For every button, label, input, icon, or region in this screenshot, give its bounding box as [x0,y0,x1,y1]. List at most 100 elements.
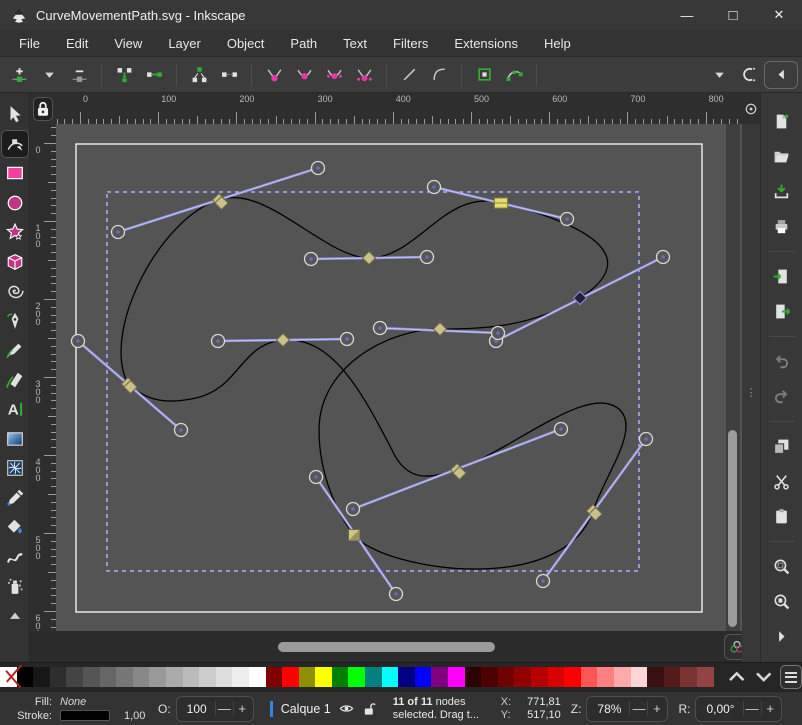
menu-extensions[interactable]: Extensions [441,32,531,55]
zoom-value[interactable]: 78% [589,702,629,716]
import-button[interactable] [767,262,797,290]
palette-scroll-down-button[interactable] [753,666,774,688]
delete-segment-button[interactable] [214,61,244,89]
palette-swatch[interactable] [50,667,67,687]
palette-swatch[interactable] [597,667,614,687]
opacity-decrease-button[interactable]: — [215,701,233,716]
spiral-tool[interactable] [2,278,28,304]
menu-help[interactable]: Help [531,32,584,55]
palette-swatch[interactable] [631,667,648,687]
palette-swatch[interactable] [614,667,631,687]
vertical-scrollbar[interactable] [726,124,740,631]
drawing-canvas[interactable] [56,124,742,631]
palette-swatch[interactable] [647,667,664,687]
print-button[interactable] [767,212,797,240]
palette-scroll-up-button[interactable] [726,666,747,688]
palette-swatch[interactable] [282,667,299,687]
palette-swatch[interactable] [664,667,681,687]
horizontal-scrollbar-thumb[interactable] [278,642,495,652]
fill-value[interactable]: None [60,696,86,708]
save-button[interactable] [767,177,797,205]
palette-swatch[interactable] [481,667,498,687]
rotation-increase-button[interactable]: + [761,701,779,716]
break-nodes-button[interactable] [184,61,214,89]
palette-swatch[interactable] [83,667,100,687]
stroke-color-swatch[interactable] [60,710,110,721]
commands-more-button[interactable] [767,622,797,650]
palette-swatch[interactable] [133,667,150,687]
rotation-decrease-button[interactable]: — [743,701,761,716]
calligraphy-tool[interactable] [2,367,28,393]
zoom-increase-button[interactable]: + [647,701,665,716]
undo-button[interactable] [767,347,797,375]
palette-swatch[interactable] [315,667,332,687]
toolbox-scroll-more[interactable] [2,603,28,629]
tweak-tool[interactable] [2,544,28,570]
rotation-spinbox[interactable]: 0,00° — + [695,696,781,722]
ellipse-tool[interactable] [2,190,28,216]
palette-swatch-none[interactable] [0,667,17,687]
palette-swatch[interactable] [564,667,581,687]
palette-swatch[interactable] [548,667,565,687]
menu-filters[interactable]: Filters [380,32,441,55]
star-tool[interactable] [2,219,28,245]
opacity-spinbox[interactable]: 100 — + [176,696,254,722]
duplicate-button[interactable] [767,432,797,460]
stroke-to-path-button[interactable] [499,61,529,89]
rectangle-tool[interactable] [2,160,28,186]
lpe-menu-button[interactable] [704,61,734,89]
export-button[interactable] [767,297,797,325]
text-tool[interactable]: A [2,396,28,422]
palette-swatch[interactable] [332,667,349,687]
opacity-increase-button[interactable]: + [233,701,251,716]
vertical-ruler[interactable]: 0100200300400500600 [30,124,56,631]
node-tool[interactable] [2,131,28,157]
palette-swatch[interactable] [531,667,548,687]
palette-swatch[interactable] [216,667,233,687]
minimize-button[interactable]: — [664,0,710,30]
zoom-drawing-button[interactable] [767,587,797,615]
horizontal-scrollbar[interactable] [30,631,755,662]
selector-tool[interactable] [2,101,28,127]
menu-object[interactable]: Object [214,32,278,55]
make-corner-node-button[interactable] [259,61,289,89]
layer-visibility-icon[interactable] [339,701,354,716]
palette-swatch[interactable] [415,667,432,687]
palette-swatch[interactable] [66,667,83,687]
pen-tool[interactable] [2,308,28,334]
lock-ruler-button[interactable] [33,97,53,121]
paint-bucket-tool[interactable] [2,514,28,540]
spray-tool[interactable] [2,573,28,599]
palette-swatch[interactable] [448,667,465,687]
box3d-tool[interactable] [2,249,28,275]
rotation-value[interactable]: 0,00° [698,702,742,716]
palette-swatch[interactable] [116,667,133,687]
collapse-panel-button[interactable] [764,61,798,89]
zoom-decrease-button[interactable]: — [629,701,647,716]
join-nodes-button[interactable] [109,61,139,89]
palette-swatch[interactable] [166,667,183,687]
palette-swatch[interactable] [149,667,166,687]
palette-swatch[interactable] [249,667,266,687]
palette-menu-button[interactable] [780,665,802,689]
palette-swatch[interactable] [680,667,697,687]
open-document-button[interactable] [767,142,797,170]
palette-swatch[interactable] [100,667,117,687]
menu-layer[interactable]: Layer [155,32,214,55]
delete-node-button[interactable] [64,61,94,89]
layer-lock-icon[interactable] [362,701,377,716]
palette-swatch[interactable] [183,667,200,687]
join-with-segment-button[interactable] [139,61,169,89]
palette-swatch[interactable] [382,667,399,687]
dropper-tool[interactable] [2,485,28,511]
palette-swatch[interactable] [299,667,316,687]
panel-splitter[interactable]: ⋮ [742,124,760,662]
horizontal-ruler[interactable]: 0100200300400500600700800 [56,93,742,124]
palette-swatch[interactable] [199,667,216,687]
make-symmetric-node-button[interactable] [319,61,349,89]
close-button[interactable]: ✕ [756,0,802,30]
zoom-spinbox[interactable]: 78% — + [586,696,668,722]
make-auto-node-button[interactable] [349,61,379,89]
fill-stroke-indicator[interactable]: Fill: None Stroke: 1,00 [8,695,148,722]
opacity-value[interactable]: 100 [179,702,215,716]
